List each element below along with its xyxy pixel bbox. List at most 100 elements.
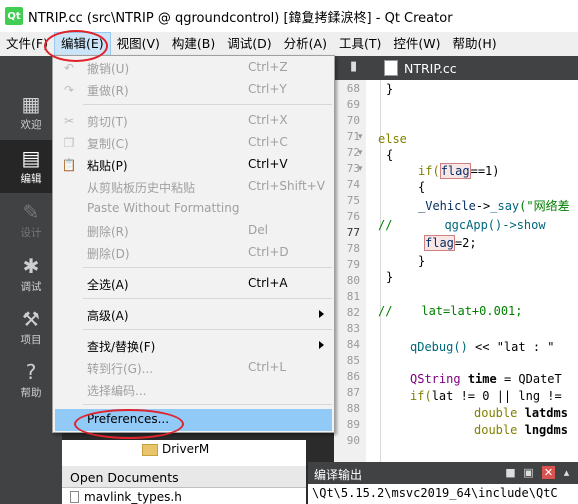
menu-item-shortcut: Ctrl+D (248, 245, 289, 259)
line-number: 83 (346, 322, 360, 335)
wrench-icon: ⚒ (22, 307, 40, 331)
menu-item-label: 转到行(G)... (87, 362, 154, 376)
menu-item-shortcut: Ctrl+X (248, 113, 288, 127)
menu-item-paste-plain[interactable]: Paste Without Formatting (55, 198, 332, 220)
line-number-current: 77 (346, 226, 360, 239)
menu-item-delete[interactable]: 删除(R) Del (55, 220, 332, 242)
code-variable: _Vehicle (418, 199, 476, 213)
menu-window[interactable]: 控件(W) (387, 32, 446, 56)
code-line: qDebug() << "lat : " (410, 340, 555, 354)
mode-welcome-label: 欢迎 (20, 119, 42, 131)
maximize-icon[interactable]: ▴ (560, 466, 573, 479)
line-number: 68 (346, 82, 360, 95)
open-document-label: mavlink_types.h (84, 490, 182, 504)
code-keyword: if( (410, 389, 432, 403)
cut-icon: ✂ (63, 114, 75, 128)
menu-item-shortcut: Ctrl+Z (248, 60, 288, 74)
project-tree: DriverM (62, 440, 306, 466)
menu-item-goto-line[interactable]: 转到行(G)... Ctrl+L (55, 357, 332, 379)
code-comment: // (378, 218, 393, 232)
code-variable: time (467, 372, 497, 386)
menu-item-select-encoding[interactable]: 选择编码... (55, 379, 332, 401)
code-type: double (474, 406, 518, 420)
close-icon[interactable]: ✕ (542, 466, 555, 479)
mode-debug-label: 调试 (20, 281, 42, 293)
menu-item-label: 删除(D) (87, 247, 130, 261)
line-number: 69 (346, 98, 360, 111)
pencil-icon: ✎ (22, 200, 40, 224)
menu-item-paste[interactable]: 📋 粘贴(P) Ctrl+V (55, 154, 332, 176)
menu-item-label: 撤销(U) (87, 62, 130, 76)
fold-marker-icon[interactable]: ▾ (358, 132, 363, 142)
menu-item-shortcut: Ctrl+Y (248, 82, 287, 96)
code-line: } (386, 270, 394, 284)
line-number: 81 (346, 290, 360, 303)
menu-item-advanced[interactable]: 高级(A) (55, 304, 332, 326)
submenu-arrow-icon (319, 310, 324, 318)
line-number: 86 (346, 370, 360, 383)
code-variable: latdms (524, 406, 568, 420)
menu-tools[interactable]: 工具(T) (333, 32, 387, 56)
code-function: _say (490, 199, 520, 213)
fold-marker-icon[interactable]: ▾ (358, 148, 363, 158)
code-line: double lngdms (474, 423, 568, 437)
open-documents-header: Open Documents (62, 466, 306, 488)
open-document-item[interactable]: mavlink_types.h (62, 488, 306, 504)
menu-item-label: 全选(A) (87, 278, 129, 292)
menu-item-label: 剪切(T) (87, 115, 128, 129)
menu-analyze[interactable]: 分析(A) (278, 32, 333, 56)
editor-toolbar: ▮ NTRIP.cc (334, 56, 578, 80)
line-number: 71 (346, 130, 360, 143)
line-number: 73 (346, 162, 360, 175)
code-text: ==1) (470, 164, 500, 178)
undo-icon: ↶ (63, 61, 75, 75)
open-documents-title: Open Documents (70, 470, 179, 485)
current-file-name[interactable]: NTRIP.cc (404, 61, 457, 76)
bookmark-icon[interactable]: ▮ (350, 59, 357, 74)
code-editor[interactable]: } else { if(flag==1) { _Vehicle->_say("网… (366, 80, 578, 462)
tree-item-label[interactable]: DriverM (162, 442, 209, 456)
code-text: << "lat : " (467, 340, 555, 354)
menu-item-select-all[interactable]: 全选(A) Ctrl+A (55, 273, 332, 295)
menu-item-label: 复制(C) (87, 137, 129, 151)
menu-item-label: 查找/替换(F) (87, 340, 156, 354)
menu-separator (83, 329, 332, 330)
code-text: -> (475, 199, 491, 213)
stop-icon[interactable]: ■ (504, 466, 517, 479)
menu-item-redo[interactable]: ↷ 重做(R) Ctrl+Y (55, 79, 332, 101)
redo-icon: ↷ (63, 83, 75, 97)
mode-help-label: 帮助 (20, 387, 42, 399)
menu-build[interactable]: 构建(B) (166, 32, 221, 56)
code-variable: flag (424, 235, 455, 251)
menu-item-label: Paste Without Formatting (87, 201, 240, 215)
clear-icon[interactable]: ▣ (522, 466, 535, 479)
menu-item-copy[interactable]: ❐ 复制(C) Ctrl+C (55, 132, 332, 154)
bug-icon: ✱ (22, 254, 40, 278)
menu-separator (83, 267, 332, 268)
menu-item-label: 高级(A) (87, 309, 129, 323)
copy-icon: ❐ (63, 136, 75, 150)
menu-item-shortcut: Del (248, 223, 268, 237)
line-number: 89 (346, 418, 360, 431)
menu-separator (83, 298, 332, 299)
fold-marker-icon[interactable]: ▾ (358, 164, 363, 174)
menu-item-paste-history[interactable]: 从剪贴板历史中粘贴 Ctrl+Shift+V (55, 176, 332, 198)
menu-item-undo[interactable]: ↶ 撤销(U) Ctrl+Z (55, 57, 332, 79)
menu-help[interactable]: 帮助(H) (446, 32, 502, 56)
menu-item-find-replace[interactable]: 查找/替换(F) (55, 335, 332, 357)
menu-item-delete-line[interactable]: 删除(D) Ctrl+D (55, 242, 332, 264)
line-number: 84 (346, 338, 360, 351)
menu-item-cut[interactable]: ✂ 剪切(T) Ctrl+X (55, 110, 332, 132)
menu-item-label: 粘贴(P) (87, 159, 128, 173)
menu-view[interactable]: 视图(V) (111, 32, 166, 56)
code-keyword: if( (418, 164, 440, 178)
compile-output-pane: 编译输出 ■ ▣ ✕ ▴ \Qt\5.15.2\msvc2019_64\incl… (308, 462, 578, 504)
annotation-circle-preferences (74, 409, 184, 439)
menu-debug[interactable]: 调试(D) (221, 32, 277, 56)
header-file-icon (70, 491, 79, 503)
edit-menu-dropdown: ↶ 撤销(U) Ctrl+Z ↷ 重做(R) Ctrl+Y ✂ 剪切(T) Ct… (52, 55, 335, 433)
menu-separator (83, 104, 332, 105)
line-number: 70 (346, 114, 360, 127)
question-icon: ? (25, 360, 37, 384)
file-icon (384, 60, 398, 76)
